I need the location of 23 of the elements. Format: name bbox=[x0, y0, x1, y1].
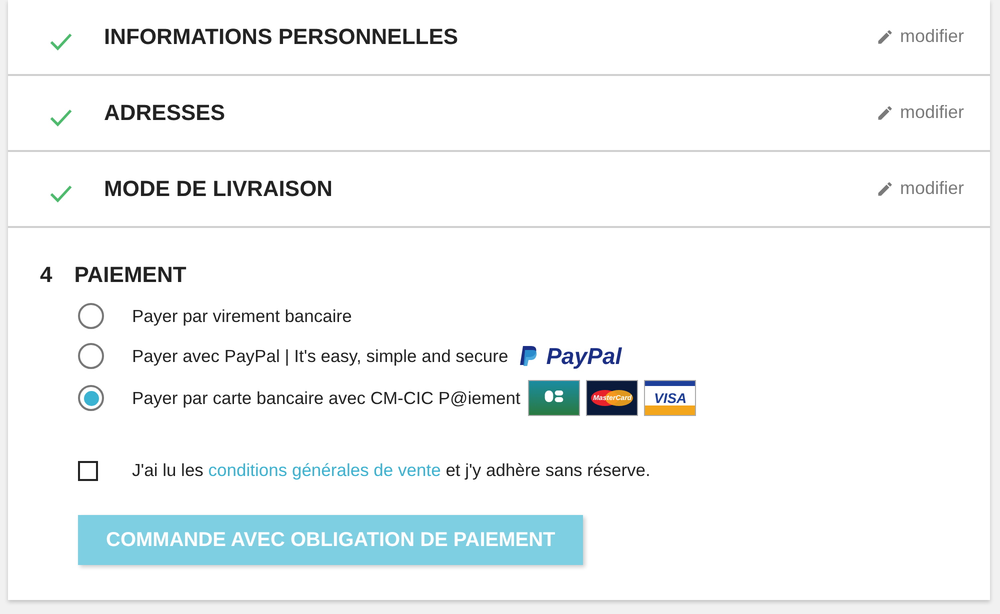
radio-button[interactable] bbox=[78, 385, 104, 411]
card-logo bbox=[528, 380, 580, 416]
terms-link[interactable]: conditions générales de vente bbox=[208, 460, 441, 480]
step-title: INFORMATIONS PERSONNELLES bbox=[104, 24, 460, 50]
radio-button[interactable] bbox=[78, 303, 104, 329]
radio-button[interactable] bbox=[78, 343, 104, 369]
edit-link[interactable]: modifier bbox=[876, 102, 964, 123]
edit-link[interactable]: modifier bbox=[876, 178, 964, 199]
step-title: ADRESSES bbox=[104, 100, 226, 126]
step-title: MODE DE LIVRAISON bbox=[104, 176, 334, 202]
terms-text: J'ai lu les conditions générales de vente et j'y adhère sans réserve. bbox=[132, 460, 650, 481]
paypal-logo: PayPal bbox=[516, 341, 622, 371]
step-title: PAIEMENT bbox=[74, 262, 186, 288]
edit-link[interactable]: modifier bbox=[876, 26, 964, 47]
pencil-icon bbox=[876, 28, 894, 46]
checkbox[interactable] bbox=[78, 460, 98, 480]
card-logo: VISA bbox=[644, 380, 696, 416]
option-label: Payer avec PayPal | It's easy, simple and secure bbox=[132, 346, 508, 366]
step-number: 4 bbox=[40, 262, 52, 288]
pencil-icon bbox=[876, 180, 894, 198]
pencil-icon bbox=[876, 104, 894, 122]
option-label: Payer par virement bancaire bbox=[132, 306, 352, 326]
option-label: Payer par carte bancaire avec CM-CIC P@iement bbox=[132, 388, 520, 408]
